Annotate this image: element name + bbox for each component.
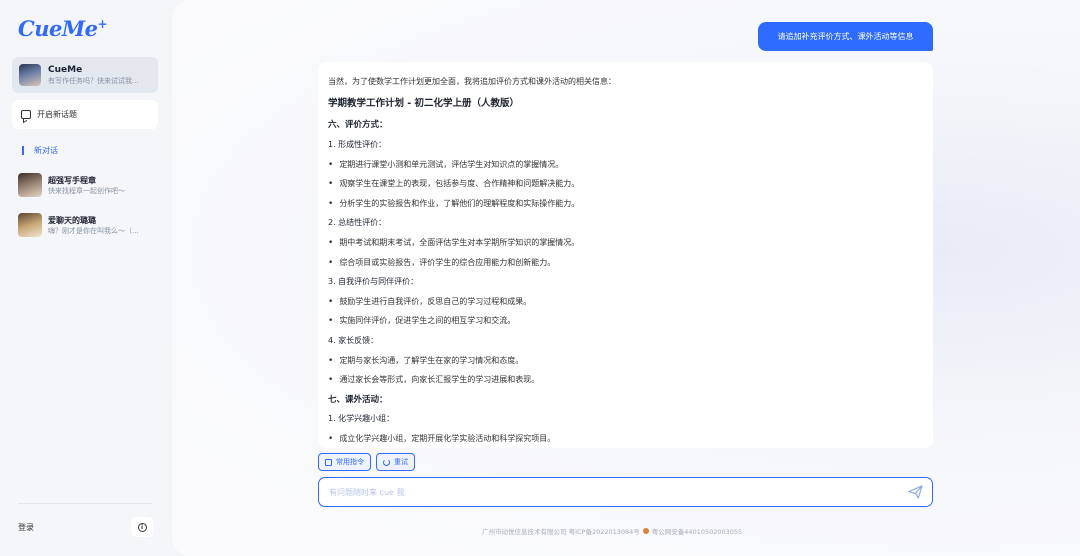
conversation-name: 爱聊天的璐璐 [48, 215, 96, 225]
answer-bullet: 鼓励学生进行自我评价，反思自己的学习过程和成果。 [328, 292, 923, 312]
answer-h3: 六、评价方式： [328, 120, 388, 131]
retry-label: 重试 [394, 458, 408, 466]
quick-actions: 常用指令 重试 [318, 453, 415, 471]
answer-p: 当然，为了使数学工作计划更加全面，我将追加评价方式和课外活动的相关信息： [328, 76, 616, 86]
conversation-name: 超强写手程章 [48, 175, 96, 185]
bot-card-cueme[interactable]: CueMe 有写作任务吗？快来试试我... [12, 57, 158, 93]
sidebar-item-new-chat[interactable]: 新对话 [22, 145, 58, 156]
conversation-item[interactable]: 超强写手程章 快来找程章一起创作吧～ [18, 173, 163, 197]
retry-button[interactable]: 重试 [376, 453, 415, 471]
conversation-preview: 嗨？刚才是你在叫我么～（... [48, 226, 139, 235]
logo-plus: + [97, 17, 108, 31]
active-indicator [22, 146, 24, 155]
conversation-preview: 快来找程章一起创作吧～ [48, 186, 125, 195]
footer-police: 粤公网安备44010502003055 [651, 528, 743, 536]
avatar [18, 173, 42, 197]
answer-num: 1. 化学兴趣小组： [328, 414, 395, 424]
answer-bullet: 观察学生在课堂上的表现，包括参与度、合作精神和问题解决能力。 [328, 174, 923, 194]
common-commands-button[interactable]: 常用指令 [318, 453, 371, 471]
bot-description: 有写作任务吗？快来试试我... [48, 77, 139, 85]
answer-num: 4. 家长反馈： [328, 335, 379, 345]
chat-input[interactable] [329, 487, 889, 497]
answer-bullet: 期中考试和期末考试，全面评估学生对本学期所学知识的掌握情况。 [328, 233, 923, 253]
divider [18, 503, 152, 504]
answer-num: 1. 形成性评价： [328, 139, 387, 149]
new-chat-label: 新对话 [34, 146, 58, 155]
footer: 广州市动悦信息技术有限公司 粤ICP备2022013084号 粤公网安备4401… [482, 526, 742, 536]
chat-input-box [318, 477, 933, 507]
answer-bullet: 定期进行课堂小测和单元测试，评估学生对知识点的掌握情况。 [328, 155, 923, 175]
avatar [19, 64, 41, 86]
bot-name: CueMe [48, 65, 83, 75]
police-badge-icon [642, 528, 649, 534]
answer-bullet: 分析学生的实验报告和作业，了解他们的理解程度和实际操作能力。 [328, 194, 923, 214]
answer-h3: 七、课外活动： [328, 394, 388, 405]
avatar [18, 213, 42, 237]
send-icon[interactable] [908, 485, 923, 499]
user-message-bubble: 请追加补充评价方式、课外活动等信息 [758, 22, 933, 51]
answer-num: 3. 自我评价与同伴评价： [328, 277, 419, 287]
answer-bullet: 成立化学兴趣小组，定期开展化学实验活动和科学探究项目。 [328, 429, 923, 448]
new-topic-label: 开启新话题 [37, 110, 77, 119]
chat-bubble-icon [21, 110, 31, 119]
new-topic-button[interactable]: 开启新话题 [12, 100, 158, 129]
footer-company: 广州市动悦信息技术有限公司 粤ICP备2022013084号 [482, 528, 640, 536]
answer-bullet: 通过家长会等形式，向家长汇报学生的学习进展和表现。 [328, 370, 923, 390]
answer-bullet: 定期与家长沟通，了解学生在家的学习情况和态度。 [328, 351, 923, 371]
logo-text: CueMe [18, 16, 98, 41]
login-link[interactable]: 登录 [18, 522, 34, 533]
common-commands-label: 常用指令 [336, 458, 364, 466]
answer-h2: 学期教学工作计划 - 初二化学上册（人教版） [328, 97, 520, 109]
info-button[interactable]: i [131, 517, 153, 537]
answer-bullet: 实施同伴评价，促进学生之间的相互学习和交流。 [328, 312, 923, 332]
answer-bullet: 综合项目或实验报告，评价学生的综合应用能力和创新能力。 [328, 253, 923, 273]
sidebar: CueMe+ CueMe 有写作任务吗？快来试试我... 开启新话题 新对话 超… [0, 0, 170, 556]
conversation-item[interactable]: 爱聊天的璐璐 嗨？刚才是你在叫我么～（... [18, 213, 163, 237]
answer-num: 2. 总结性评价： [328, 218, 387, 228]
app-logo[interactable]: CueMe+ [18, 16, 107, 41]
refresh-icon [383, 458, 390, 466]
assistant-answer: 当然，为了使数学工作计划更加全面，我将追加评价方式和课外活动的相关信息： 学期教学… [318, 62, 933, 448]
command-icon [325, 458, 332, 466]
info-icon: i [137, 522, 147, 532]
